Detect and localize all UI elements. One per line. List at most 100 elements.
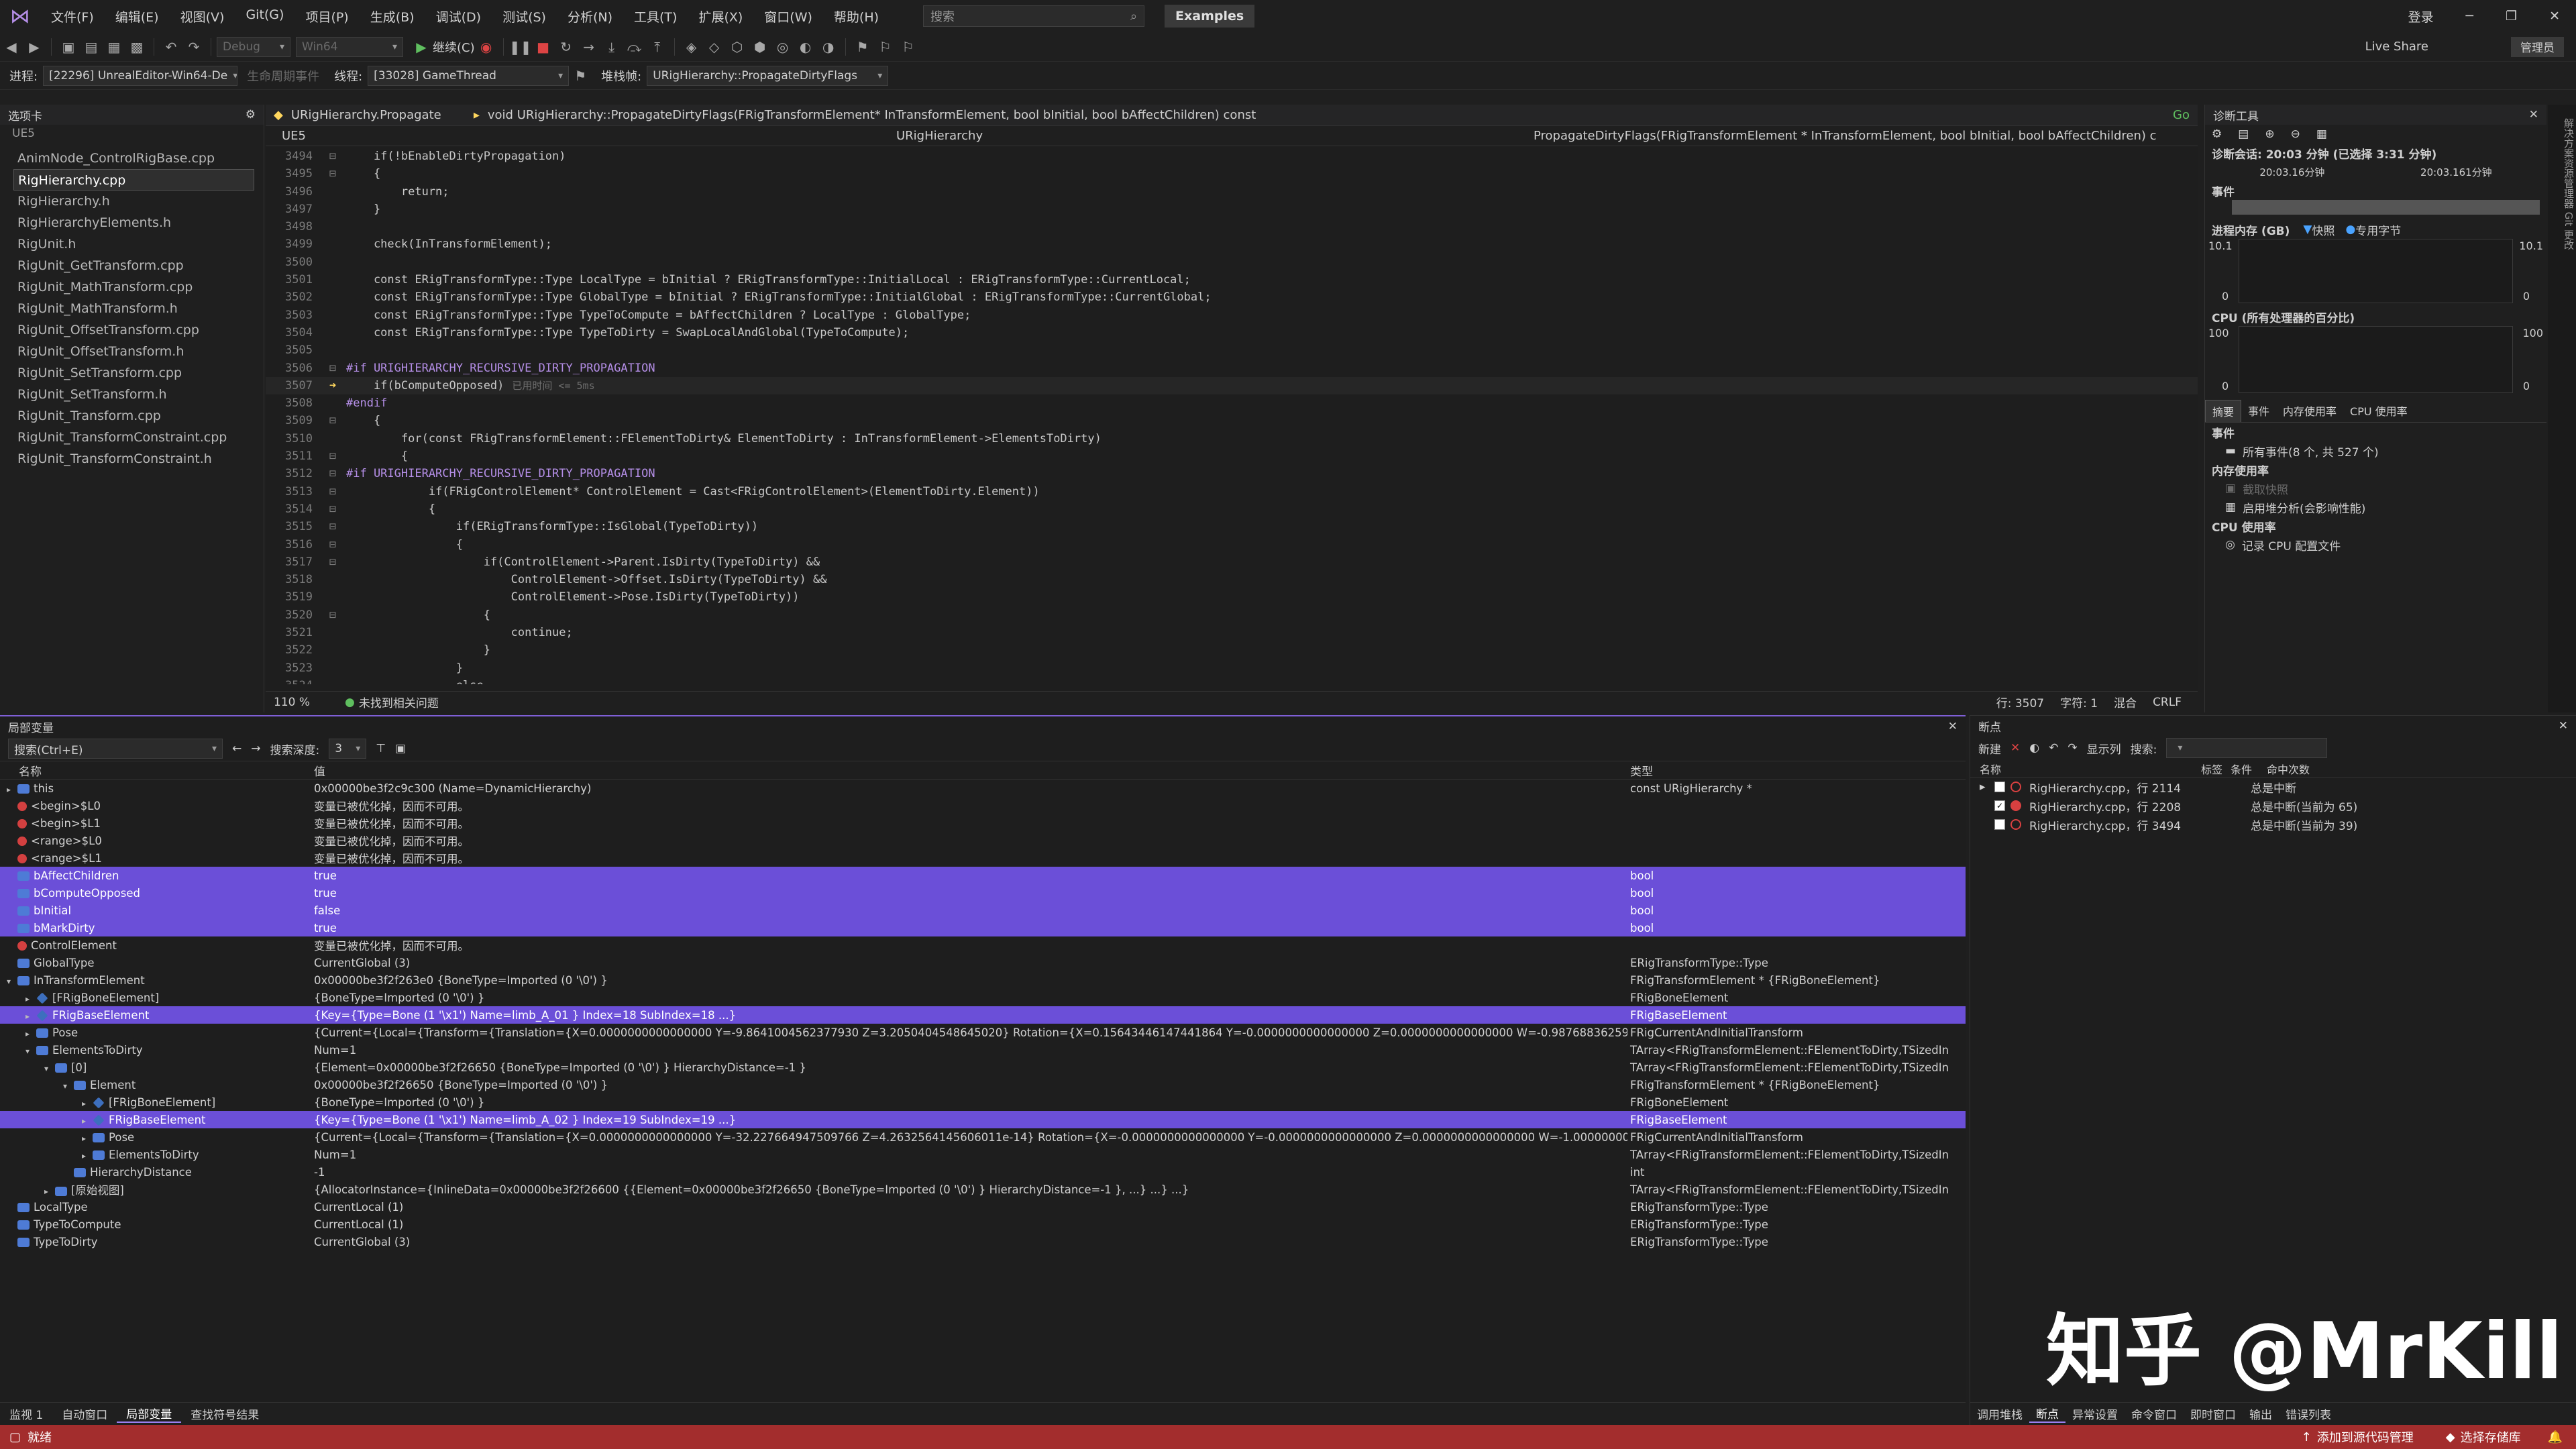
restore-icon[interactable]: ❐ bbox=[2489, 9, 2533, 23]
expand-arrow-icon[interactable]: ▸ bbox=[82, 1151, 93, 1161]
expand-arrow-icon[interactable]: ▾ bbox=[63, 1081, 74, 1091]
locals-row[interactable]: bComputeOpposed true bool bbox=[0, 884, 1966, 902]
fold-gutter[interactable] bbox=[319, 324, 346, 341]
tool-a-icon[interactable]: ◈ bbox=[680, 39, 703, 55]
file-item[interactable]: RigUnit_TransformConstraint.h bbox=[0, 448, 264, 470]
file-item[interactable]: RigUnit_GetTransform.cpp bbox=[0, 255, 264, 276]
expand-arrow-icon[interactable]: ▾ bbox=[7, 977, 17, 986]
record-cpu-button[interactable]: ◎ 记录 CPU 配置文件 bbox=[2205, 535, 2546, 554]
expand-arrow-icon[interactable]: ▾ bbox=[25, 1046, 36, 1056]
redo-icon[interactable]: ↷ bbox=[182, 39, 205, 55]
fold-gutter[interactable]: ⊟ bbox=[319, 606, 346, 624]
fold-gutter[interactable] bbox=[319, 218, 346, 235]
file-item[interactable]: RigHierarchyElements.h bbox=[0, 212, 264, 233]
save-all-icon[interactable]: ▩ bbox=[125, 39, 148, 55]
process-select[interactable]: [22296] UnrealEditor-Win64-De bbox=[43, 65, 238, 86]
bottom-tab[interactable]: 命令窗口 bbox=[2125, 1405, 2184, 1422]
locals-row[interactable]: ▾ ElementsToDirty Num=1 TArray<FRigTransfor… bbox=[0, 1041, 1966, 1059]
fold-gutter[interactable]: ➜ bbox=[319, 377, 346, 394]
diag-tab[interactable]: 事件 bbox=[2241, 400, 2276, 422]
menu-item[interactable]: 视图(V) bbox=[170, 7, 235, 25]
file-item[interactable]: RigUnit_OffsetTransform.h bbox=[0, 341, 264, 362]
locals-row[interactable]: LocalType CurrentLocal (1) ERigTransformTy… bbox=[0, 1198, 1966, 1216]
menu-item[interactable]: 测试(S) bbox=[492, 7, 557, 25]
toggle-all-icon[interactable]: ◐ bbox=[2029, 741, 2039, 755]
breakpoint-row[interactable]: RigHierarchy.cpp，行 3494 总是中断(当前为 39) bbox=[1970, 815, 2576, 834]
fold-gutter[interactable] bbox=[319, 571, 346, 588]
fold-gutter[interactable]: ⊟ bbox=[319, 483, 346, 500]
breakpoint-checkbox[interactable] bbox=[1994, 819, 2005, 830]
zoom-in-icon[interactable]: ⊕ bbox=[2265, 127, 2274, 141]
locals-row[interactable]: ▸ [原始视图] {AllocatorInstance={InlineData=0x… bbox=[0, 1181, 1966, 1198]
save-icon[interactable]: ▦ bbox=[103, 39, 125, 55]
editor-tab[interactable]: URigHierarchy.Propagate bbox=[291, 108, 466, 122]
search-input[interactable]: 搜索 ⌕ bbox=[923, 5, 1145, 27]
locals-row[interactable]: TypeToDirty CurrentGlobal (3) ERigTransfor… bbox=[0, 1233, 1966, 1250]
select-repository-button[interactable]: 选择存储库 bbox=[2461, 1428, 2548, 1446]
new-breakpoint-button[interactable]: 新建 bbox=[1978, 740, 2001, 757]
fold-gutter[interactable] bbox=[319, 641, 346, 659]
step-over-icon[interactable]: ⤼ bbox=[623, 39, 646, 55]
side-tool-rail[interactable]: 解决方案资源管理器 Git 更改 bbox=[2548, 105, 2576, 712]
bp-column-header[interactable]: 命中次数 bbox=[2267, 761, 2401, 777]
fold-gutter[interactable] bbox=[319, 271, 346, 288]
fold-gutter[interactable]: ⊟ bbox=[319, 412, 346, 429]
flag-thread-icon[interactable]: ⚑ bbox=[569, 68, 592, 84]
nav-class[interactable]: URigHierarchy bbox=[896, 129, 1534, 143]
cpu-graph[interactable]: 100 100 0 0 bbox=[2208, 326, 2543, 393]
solution-name-badge[interactable]: Examples bbox=[1165, 5, 1255, 28]
menu-item[interactable]: 分析(N) bbox=[557, 7, 623, 25]
platform-select[interactable]: Win64 bbox=[296, 36, 403, 57]
pin-icon[interactable]: ⊤ bbox=[376, 742, 386, 755]
breakpoint-checkbox[interactable]: ✓ bbox=[1994, 800, 2005, 811]
reset-zoom-icon[interactable]: ▦ bbox=[2316, 127, 2327, 141]
tab-mode[interactable]: 混合 bbox=[2106, 694, 2145, 710]
diag-tab[interactable]: 摘要 bbox=[2205, 400, 2242, 422]
pause-icon[interactable]: ❚❚ bbox=[509, 39, 532, 55]
bottom-tab[interactable]: 错误列表 bbox=[2279, 1405, 2338, 1422]
fold-gutter[interactable]: ⊟ bbox=[319, 447, 346, 465]
locals-row[interactable]: bInitial false bool bbox=[0, 902, 1966, 919]
go-button[interactable]: Go bbox=[2165, 108, 2198, 122]
fold-gutter[interactable]: ⊟ bbox=[319, 165, 346, 182]
fold-gutter[interactable] bbox=[319, 588, 346, 606]
events-track[interactable] bbox=[2232, 200, 2540, 215]
menu-item[interactable]: 编辑(E) bbox=[105, 7, 170, 25]
thread-select[interactable]: [33028] GameThread bbox=[368, 65, 570, 86]
bottom-tab[interactable]: 异常设置 bbox=[2065, 1405, 2125, 1422]
fold-gutter[interactable] bbox=[319, 430, 346, 447]
nav-function[interactable]: PropagateDirtyFlags(FRigTransformElement… bbox=[1534, 129, 2198, 143]
menu-item[interactable]: 扩展(X) bbox=[688, 7, 753, 25]
fold-gutter[interactable]: ⊟ bbox=[319, 500, 346, 518]
nav-project[interactable]: UE5 bbox=[266, 129, 896, 143]
all-events-link[interactable]: ▬ 所有事件(8 个, 共 527 个) bbox=[2205, 441, 2546, 460]
fold-gutter[interactable] bbox=[319, 254, 346, 271]
column-type[interactable]: 类型 bbox=[1627, 762, 1949, 779]
menu-item[interactable]: Git(G) bbox=[235, 7, 294, 25]
tool-c-icon[interactable]: ⬡ bbox=[726, 39, 749, 55]
locals-tab[interactable]: 查找符号结果 bbox=[181, 1405, 268, 1422]
back-icon[interactable]: ← bbox=[232, 742, 241, 755]
locals-row[interactable]: HierarchyDistance -1 int bbox=[0, 1163, 1966, 1181]
locals-row[interactable]: <begin>$L1 变量已被优化掉，因而不可用。 bbox=[0, 814, 1966, 832]
expand-arrow-icon[interactable]: ▸ bbox=[1980, 780, 1989, 794]
locals-row[interactable]: ▸ Pose {Current={Local={Transform={Transla… bbox=[0, 1128, 1966, 1146]
minimize-icon[interactable]: ─ bbox=[2450, 9, 2489, 23]
locals-row[interactable]: ▸ this 0x00000be3f2c9c300 (Name=DynamicHie… bbox=[0, 780, 1966, 797]
settings-icon[interactable]: ⚙ bbox=[246, 108, 256, 121]
menu-item[interactable]: 窗口(W) bbox=[753, 7, 823, 25]
continue-icon[interactable]: ▶ bbox=[410, 39, 433, 55]
breakpoint-checkbox[interactable] bbox=[1994, 782, 2005, 792]
file-item[interactable]: RigHierarchy.h bbox=[0, 191, 264, 212]
fold-gutter[interactable]: ⊟ bbox=[319, 536, 346, 553]
zoom-level[interactable]: 110 % bbox=[266, 696, 318, 709]
fold-gutter[interactable] bbox=[319, 288, 346, 306]
menu-item[interactable]: 工具(T) bbox=[623, 7, 688, 25]
bottom-tab[interactable]: 调用堆栈 bbox=[1970, 1405, 2029, 1422]
open-folder-icon[interactable]: ▤ bbox=[80, 39, 103, 55]
line-ending[interactable]: CRLF bbox=[2145, 696, 2198, 709]
file-item[interactable]: RigUnit.h bbox=[0, 233, 264, 255]
file-item[interactable]: RigUnit_MathTransform.cpp bbox=[0, 276, 264, 298]
bookmark-icon[interactable]: ⚑ bbox=[851, 39, 874, 55]
locals-row[interactable]: ▾ Element 0x00000be3f2f26650 {BoneType=Imp… bbox=[0, 1076, 1966, 1093]
